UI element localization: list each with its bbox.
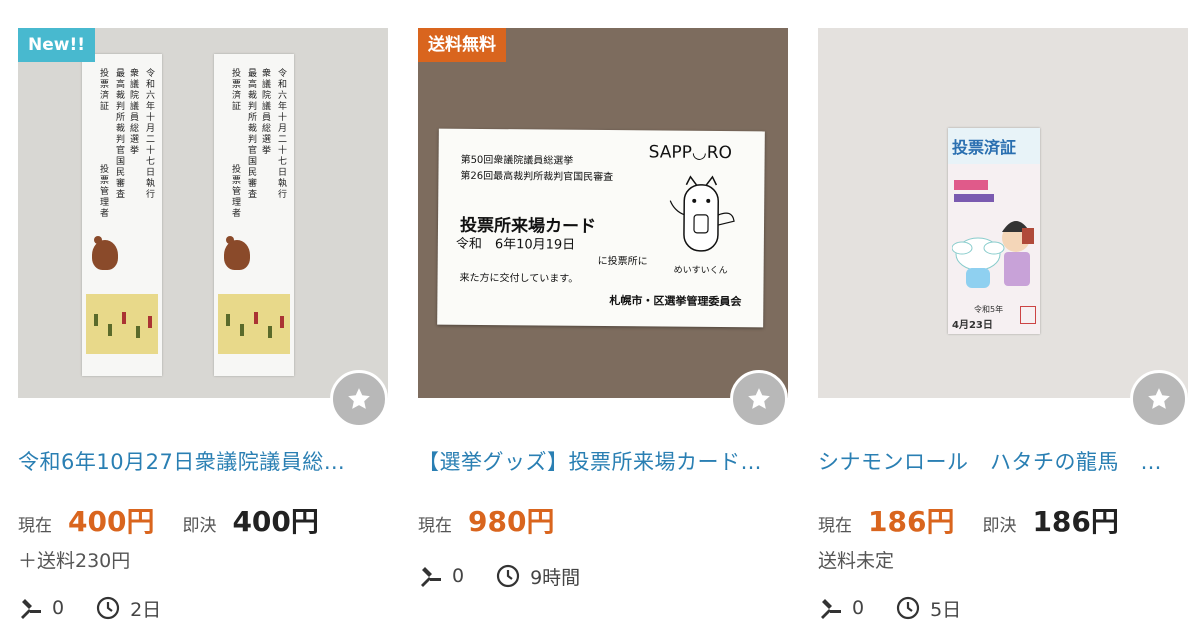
- time-left: 9時間: [530, 566, 581, 589]
- ticket-text: 投票管理者: [230, 164, 240, 219]
- ticket-text: 令和六年十月二十七日執行: [276, 68, 286, 200]
- current-price: 400円: [68, 505, 155, 538]
- voting-certificate-image: 投票済証 令和5年 4月23日: [948, 128, 1040, 334]
- character-illustration: [952, 221, 1034, 288]
- price-row: 現在 980円: [418, 500, 582, 540]
- mascot-figure: [224, 240, 250, 270]
- favorite-button[interactable]: [330, 370, 388, 428]
- favorite-button[interactable]: [1130, 370, 1188, 428]
- current-price: 186円: [868, 505, 955, 538]
- current-price: 980円: [468, 505, 555, 538]
- product-title[interactable]: シナモンロール ハタチの龍馬 …: [818, 446, 1188, 476]
- product-title[interactable]: 令和6年10月27日衆議院議員総…: [18, 446, 388, 476]
- new-badge: New!!: [18, 28, 95, 62]
- clock-icon: [496, 564, 520, 588]
- mascot-figure: [92, 240, 118, 270]
- price-row: 現在 400円 即決 400円: [18, 500, 319, 540]
- buy-now-price: 400円: [232, 505, 319, 538]
- current-price-label: 現在: [418, 516, 452, 536]
- mascot-name: めいすいくん: [673, 265, 728, 277]
- free-shipping-badge: 送料無料: [418, 28, 506, 62]
- buy-now-label: 即決: [182, 516, 217, 536]
- current-price-label: 現在: [818, 516, 852, 536]
- bid-count: 0: [852, 597, 865, 619]
- buy-now-label: 即決: [982, 516, 1017, 536]
- bid-count: 0: [52, 597, 65, 619]
- ticket-image: 令和六年十月二十七日執行 衆議院議員総選挙 最高裁判所裁判官国民審査 投票済証 …: [82, 54, 162, 376]
- product-card[interactable]: 第50回衆議院議員総選挙 第26回最高裁判所裁判官国民審査 投票所来場カード 令…: [418, 0, 788, 630]
- ticket-text: 投票管理者: [98, 164, 108, 219]
- product-card[interactable]: 投票済証 令和5年 4月23日 シナモンロール ハタチの龍馬 … 現在 186円…: [818, 0, 1188, 630]
- product-image[interactable]: 令和六年十月二十七日執行 衆議院議員総選挙 最高裁判所裁判官国民審査 投票済証 …: [18, 28, 388, 398]
- clock-icon: [896, 596, 920, 620]
- card-text: 来た方に交付しています。: [459, 272, 579, 285]
- time-left: 2日: [130, 598, 162, 621]
- gavel-icon: [821, 599, 841, 619]
- ticket-text: 最高裁判所裁判官国民審査: [246, 68, 256, 200]
- ticket-text: 投票済証: [98, 68, 108, 112]
- shipping-fee: ＋送料230円: [18, 550, 131, 572]
- child-drawing: [86, 294, 158, 354]
- ticket-image: 令和六年十月二十七日執行 衆議院議員総選挙 最高裁判所裁判官国民審査 投票済証 …: [214, 54, 294, 376]
- product-title[interactable]: 【選挙グッズ】投票所来場カード…: [418, 446, 788, 476]
- product-image[interactable]: 第50回衆議院議員総選挙 第26回最高裁判所裁判官国民審査 投票所来場カード 令…: [418, 28, 788, 398]
- current-price-label: 現在: [18, 516, 52, 536]
- ticket-text: 最高裁判所裁判官国民審査: [114, 68, 124, 200]
- clock-icon: [96, 596, 120, 620]
- certificate-heading: 投票済証: [952, 138, 1017, 157]
- card-text: 第50回衆議院議員総選挙: [460, 154, 574, 167]
- auction-meta: 0 2日: [18, 594, 161, 622]
- bid-count: 0: [452, 565, 465, 587]
- time-left: 5日: [930, 598, 962, 621]
- auction-meta: 0 5日: [818, 594, 961, 622]
- certificate-era: 令和5年: [974, 305, 1004, 314]
- card-date: 令和 6年10月19日: [455, 236, 576, 253]
- ticket-text: 投票済証: [230, 68, 240, 112]
- product-card[interactable]: 令和六年十月二十七日執行 衆議院議員総選挙 最高裁判所裁判官国民審査 投票済証 …: [18, 0, 388, 630]
- shipping-fee: 送料未定: [818, 550, 895, 572]
- ticket-text: 衆議院議員総選挙: [128, 68, 138, 156]
- favorite-button[interactable]: [730, 370, 788, 428]
- product-image[interactable]: 投票済証 令和5年 4月23日: [818, 28, 1188, 398]
- auction-meta: 0 9時間: [418, 562, 580, 590]
- city-logo: SAPP◡RO: [648, 142, 733, 164]
- price-row: 現在 186円 即決 186円: [818, 500, 1119, 540]
- star-icon: [1148, 388, 1170, 409]
- star-icon: [348, 388, 370, 409]
- buy-now-price: 186円: [1032, 505, 1119, 538]
- certificate-date: 4月23日: [952, 320, 993, 331]
- gavel-icon: [421, 567, 441, 587]
- star-icon: [748, 388, 770, 409]
- card-text: に投票所に: [597, 255, 648, 268]
- mascot-figure: [669, 175, 735, 252]
- gavel-icon: [21, 599, 41, 619]
- child-drawing: [218, 294, 290, 354]
- voting-card-image: 第50回衆議院議員総選挙 第26回最高裁判所裁判官国民審査 投票所来場カード 令…: [437, 128, 765, 328]
- card-issuer: 札幌市・区選挙管理委員会: [609, 294, 742, 309]
- card-text: 第26回最高裁判所裁判官国民審査: [460, 170, 614, 184]
- ticket-text: 衆議院議員総選挙: [260, 68, 270, 156]
- ticket-text: 令和六年十月二十七日執行: [144, 68, 154, 200]
